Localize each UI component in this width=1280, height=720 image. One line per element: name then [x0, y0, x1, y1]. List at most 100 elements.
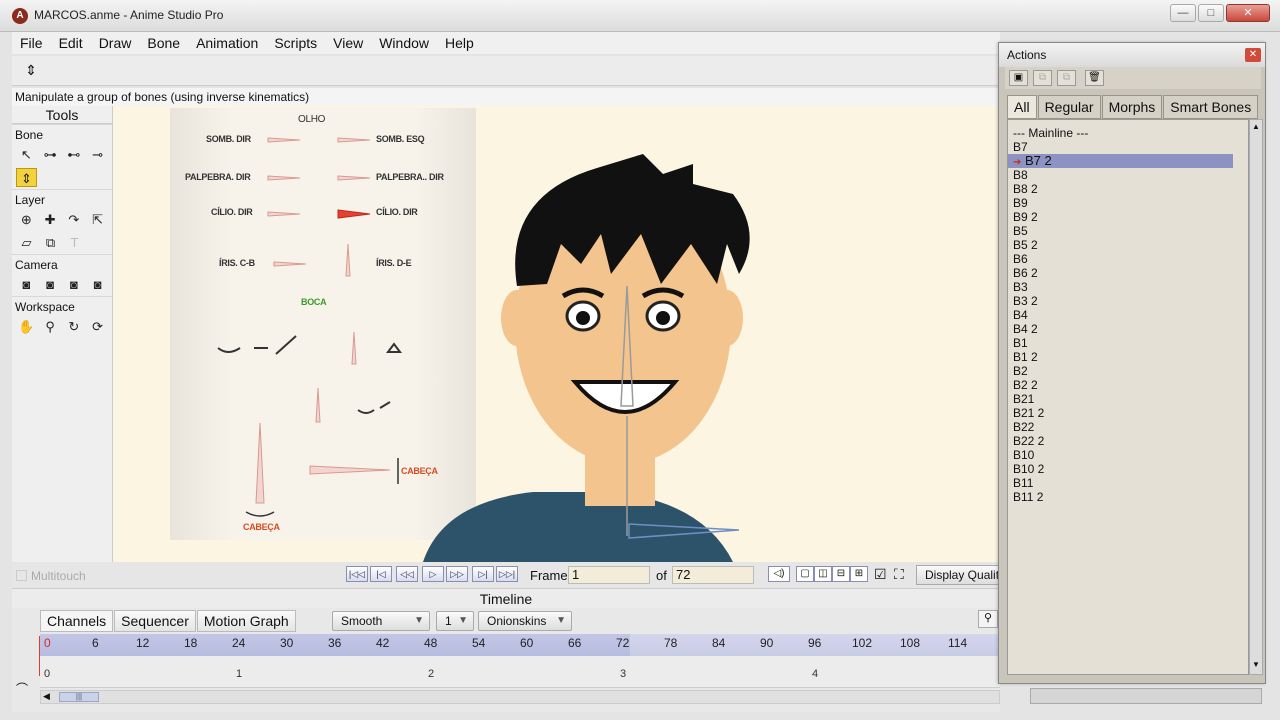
menu-bone[interactable]: Bone	[139, 32, 188, 54]
checkmark-icon[interactable]: ☑	[874, 566, 887, 583]
menu-file[interactable]: File	[12, 32, 51, 54]
step-dropdown[interactable]: 1 ▼	[436, 611, 474, 631]
frame-input[interactable]: 1	[568, 566, 650, 584]
scroll-left-icon[interactable]: ◀	[43, 691, 50, 702]
list-item[interactable]: B1 2	[1008, 350, 1248, 364]
translate-layer-icon[interactable]: ✚	[40, 210, 61, 229]
actions-scrollbar[interactable]: ▲ ▼	[1249, 119, 1263, 675]
minimize-button[interactable]: —	[1170, 4, 1196, 22]
zoom-camera-icon[interactable]: ◙	[40, 275, 61, 294]
collapse-icon[interactable]: ⌒	[16, 680, 28, 697]
list-item[interactable]: B21	[1008, 392, 1248, 406]
list-item[interactable]: B9 2	[1008, 210, 1248, 224]
list-item[interactable]: --- Mainline ---	[1008, 126, 1248, 140]
step-forward-icon[interactable]: ▷▷	[446, 566, 468, 582]
insert-action-icon[interactable]: ⧉	[1057, 70, 1076, 86]
orbit-workspace-icon[interactable]: ⟳	[87, 317, 108, 336]
list-item[interactable]: B4	[1008, 308, 1248, 322]
list-item[interactable]: B21 2	[1008, 406, 1248, 420]
list-item-selected[interactable]: ➔ B7 2	[1008, 154, 1233, 168]
multitouch-checkbox[interactable]: Multitouch	[16, 569, 86, 583]
menu-scripts[interactable]: Scripts	[266, 32, 325, 54]
set-origin-icon[interactable]: ⊕	[16, 210, 37, 229]
pan-tilt-camera-icon[interactable]: ◙	[87, 275, 108, 294]
trash-icon[interactable]: 🗑	[1085, 70, 1104, 86]
list-item[interactable]: B10	[1008, 448, 1248, 462]
list-item[interactable]: B3 2	[1008, 294, 1248, 308]
timeline-track[interactable]: 0 1 2 3 4	[40, 656, 1000, 688]
list-item[interactable]: B7	[1008, 140, 1248, 154]
menu-window[interactable]: Window	[371, 32, 437, 54]
maximize-button[interactable]: □	[1198, 4, 1224, 22]
rotate-layer-icon[interactable]: ↷	[64, 210, 85, 229]
rotate-workspace-icon[interactable]: ↻	[64, 317, 85, 336]
menu-animation[interactable]: Animation	[188, 32, 266, 54]
list-item[interactable]: B6	[1008, 252, 1248, 266]
list-item[interactable]: B4 2	[1008, 322, 1248, 336]
next-keyframe-icon[interactable]: ▷|	[472, 566, 494, 582]
close-icon[interactable]: ✕	[1245, 48, 1261, 62]
playhead[interactable]	[39, 636, 40, 676]
zoom-icon[interactable]: ⚲	[40, 317, 61, 336]
fast-forward-icon[interactable]: ▷▷|	[496, 566, 518, 582]
list-item[interactable]: B10 2	[1008, 462, 1248, 476]
frame-ruler[interactable]: 0 6 12 18 24 30 36 42 48 54 60 66 72 78 …	[40, 634, 1000, 656]
play-icon[interactable]: ▷	[422, 566, 444, 582]
track-camera-icon[interactable]: ◙	[16, 275, 37, 294]
tab-smart-bones[interactable]: Smart Bones	[1163, 95, 1259, 119]
list-item[interactable]: B6 2	[1008, 266, 1248, 280]
interpolation-dropdown[interactable]: Smooth ▼	[332, 611, 430, 631]
reparent-bone-icon[interactable]: ⊸	[87, 145, 108, 164]
single-view-icon[interactable]: ▢	[796, 566, 814, 582]
list-item[interactable]: B8	[1008, 168, 1248, 182]
tab-morphs[interactable]: Morphs	[1101, 95, 1163, 119]
add-bone-icon[interactable]: ⊷	[64, 145, 85, 164]
list-item[interactable]: B2	[1008, 364, 1248, 378]
split-horizontal-view-icon[interactable]: ⊟	[832, 566, 850, 582]
step-back-icon[interactable]: ◁◁	[396, 566, 418, 582]
perspective-icon[interactable]: ⧉	[40, 233, 61, 252]
tab-regular[interactable]: Regular	[1037, 95, 1101, 119]
zoom-timeline-icon[interactable]: ⚲	[978, 610, 998, 628]
select-bone-icon[interactable]: ↖	[16, 145, 37, 164]
prev-keyframe-icon[interactable]: |◁	[370, 566, 392, 582]
frame-bounds-icon[interactable]: ⛶	[894, 566, 904, 583]
tab-motion-graph[interactable]: Motion Graph	[196, 610, 296, 632]
close-button[interactable]: ✕	[1226, 4, 1270, 22]
duplicate-action-icon[interactable]: ⧉	[1033, 70, 1052, 86]
multitouch-check-icon[interactable]	[16, 570, 27, 581]
shear-layer-icon[interactable]: ▱	[16, 233, 37, 252]
scale-layer-icon[interactable]: ⇱	[87, 210, 108, 229]
menu-edit[interactable]: Edit	[51, 32, 91, 54]
menu-view[interactable]: View	[325, 32, 371, 54]
quad-view-icon[interactable]: ⊞	[850, 566, 868, 582]
total-frames-input[interactable]: 72	[672, 566, 754, 584]
list-item[interactable]: B8 2	[1008, 182, 1248, 196]
hand-icon[interactable]: ✋	[16, 317, 37, 336]
tab-channels[interactable]: Channels	[40, 610, 114, 632]
translate-bone-icon[interactable]: ⊶	[40, 145, 61, 164]
onionskins-dropdown[interactable]: Onionskins ▼	[478, 611, 572, 631]
list-item[interactable]: B11	[1008, 476, 1248, 490]
canvas[interactable]: OLHO SOMB. DIR SOMB. ESQ PALPEBRA. DIR P…	[113, 106, 1000, 562]
scroll-down-icon[interactable]: ▼	[1252, 660, 1260, 669]
display-quality-button[interactable]: Display Quality	[916, 565, 1010, 585]
scroll-up-icon[interactable]: ▲	[1252, 122, 1260, 131]
roll-camera-icon[interactable]: ◙	[64, 275, 85, 294]
tab-sequencer[interactable]: Sequencer	[114, 610, 196, 632]
manipulate-bones-icon[interactable]: ⇕	[20, 62, 42, 80]
list-item[interactable]: B5	[1008, 224, 1248, 238]
rewind-icon[interactable]: |◁◁	[346, 566, 368, 582]
list-item[interactable]: B2 2	[1008, 378, 1248, 392]
list-item[interactable]: B22 2	[1008, 434, 1248, 448]
scrollbar-thumb[interactable]: |||	[59, 692, 99, 702]
text-tool-icon[interactable]: T	[64, 233, 85, 252]
audio-icon[interactable]: ◁)	[768, 566, 790, 582]
new-action-icon[interactable]: ▣	[1009, 70, 1028, 86]
list-item[interactable]: B3	[1008, 280, 1248, 294]
actions-horizontal-scrollbar[interactable]	[1030, 688, 1262, 704]
list-item[interactable]: B5 2	[1008, 238, 1248, 252]
timeline-scrollbar[interactable]: ◀ |||	[40, 690, 1000, 704]
menu-help[interactable]: Help	[437, 32, 482, 54]
split-vertical-view-icon[interactable]: ◫	[814, 566, 832, 582]
